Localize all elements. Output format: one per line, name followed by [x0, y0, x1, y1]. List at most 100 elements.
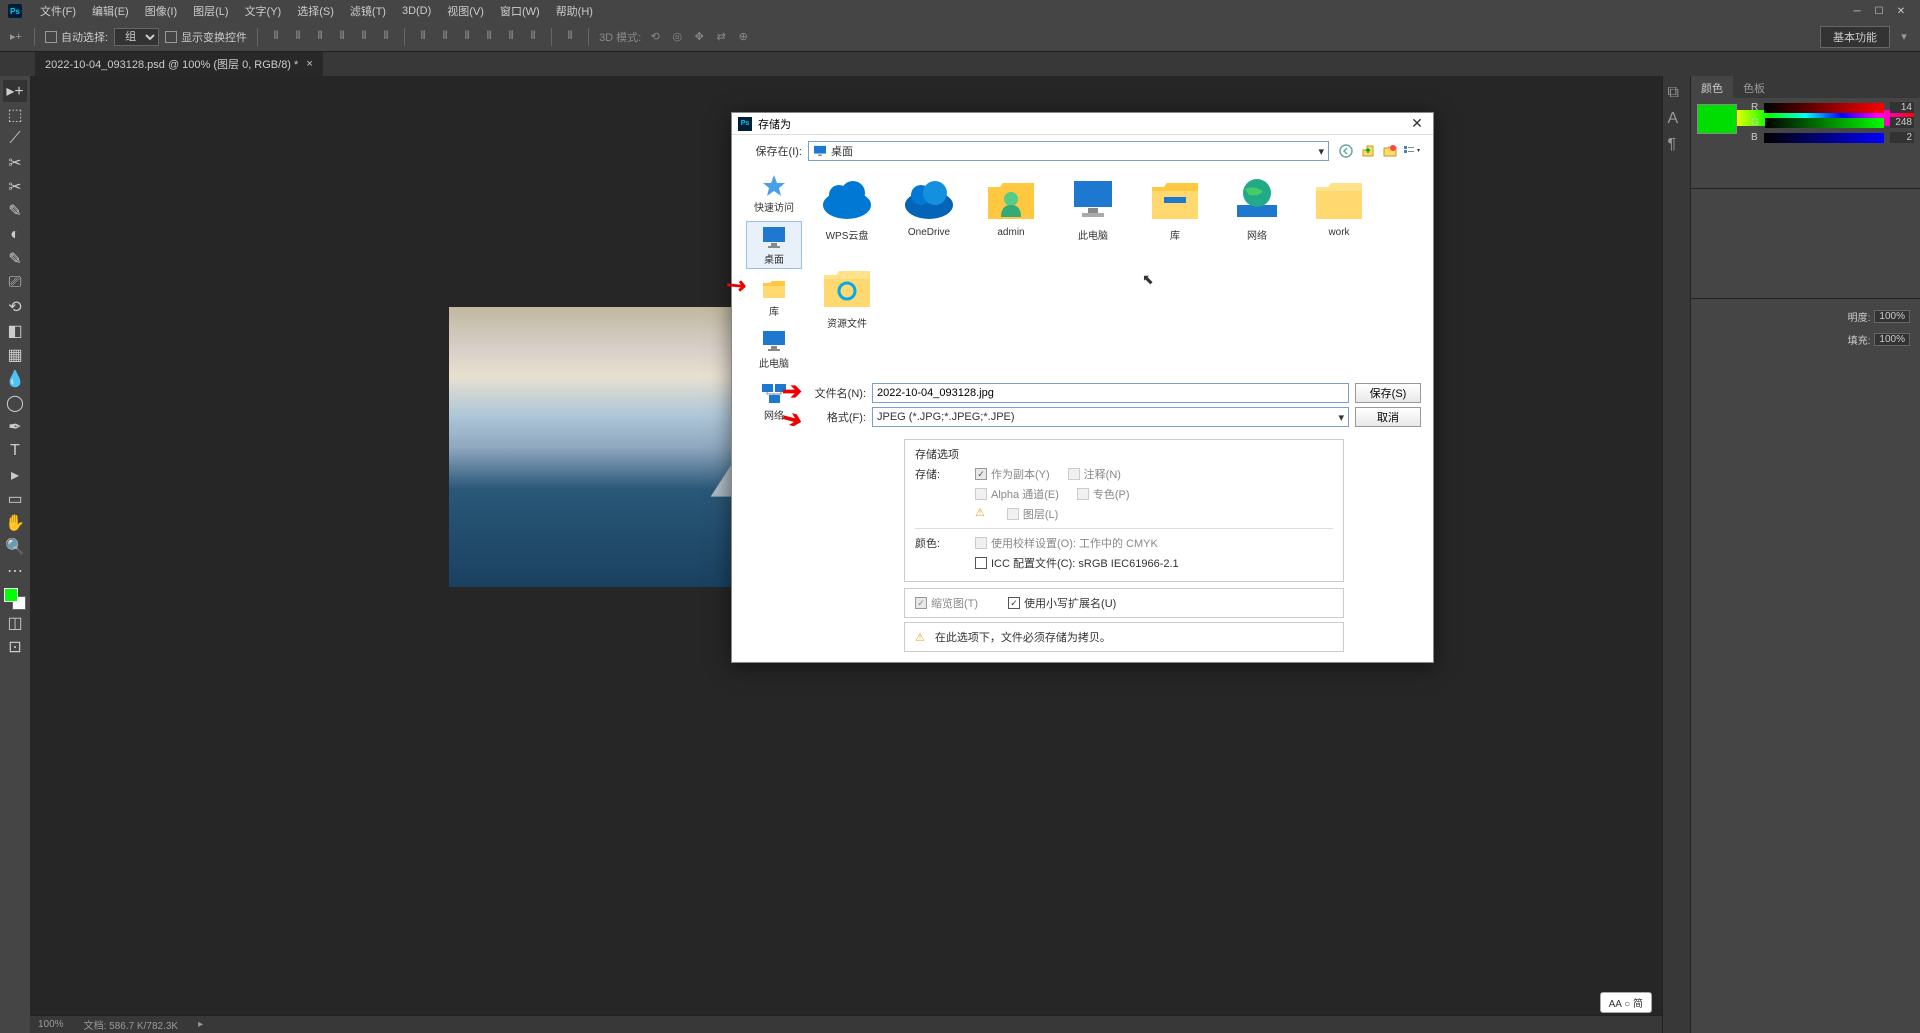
menu-edit[interactable]: 编辑(E)	[84, 3, 137, 19]
place-thispc[interactable]: 此电脑	[746, 325, 802, 373]
align-icon[interactable]: ⫴	[268, 29, 284, 45]
auto-select-checkbox[interactable]: 自动选择:	[45, 29, 108, 45]
document-tab[interactable]: 2022-10-04_093128.psd @ 100% (图层 0, RGB/…	[35, 52, 323, 76]
gradient-tool[interactable]: ▦	[3, 344, 27, 366]
lasso-tool[interactable]: ⟋	[3, 128, 27, 150]
brush-tool[interactable]: ✎	[3, 248, 27, 270]
menu-layer[interactable]: 图层(L)	[185, 3, 236, 19]
dodge-tool[interactable]: ◯	[3, 392, 27, 414]
move-tool[interactable]: ▸+	[3, 80, 27, 102]
distribute-icon[interactable]: ⫴	[415, 29, 431, 45]
path-selection-tool[interactable]: ▸	[3, 464, 27, 486]
show-transform-checkbox[interactable]: 显示变换控件	[165, 29, 247, 45]
file-item-library[interactable]: 库	[1136, 173, 1214, 257]
align-icon[interactable]: ⫴	[378, 29, 394, 45]
save-in-dropdown[interactable]: 桌面 ▾	[808, 141, 1329, 161]
pan-icon[interactable]: ✥	[691, 29, 707, 45]
dialog-titlebar[interactable]: Ps 存储为 ✕	[732, 113, 1433, 135]
fill-value[interactable]: 100%	[1874, 333, 1910, 346]
marquee-tool[interactable]: ⬚	[3, 104, 27, 126]
back-icon[interactable]	[1337, 142, 1355, 160]
menu-3d[interactable]: 3D(D)	[394, 5, 439, 17]
close-button[interactable]: ✕	[1890, 2, 1912, 20]
distribute-icon[interactable]: ⫴	[437, 29, 453, 45]
menu-type[interactable]: 文字(Y)	[237, 3, 290, 19]
quick-selection-tool[interactable]: ✂	[3, 152, 27, 174]
tab-close-icon[interactable]: ×	[306, 58, 312, 70]
file-grid[interactable]: WPS云盘 OneDrive admin 此电脑	[804, 169, 1421, 379]
menu-select[interactable]: 选择(S)	[289, 3, 342, 19]
history-panel-icon[interactable]: ⧉	[1668, 84, 1686, 102]
file-item-wps[interactable]: WPS云盘	[808, 173, 886, 257]
tool-menu[interactable]: ⋯	[3, 560, 27, 582]
menu-view[interactable]: 视图(V)	[439, 3, 492, 19]
menu-help[interactable]: 帮助(H)	[548, 3, 601, 19]
spot-healing-tool[interactable]: ◐	[3, 224, 27, 246]
r-value[interactable]: 14	[1890, 102, 1914, 113]
notes-checkbox[interactable]: 注释(N)	[1068, 466, 1121, 482]
place-network[interactable]: 网络	[746, 377, 802, 425]
new-folder-icon[interactable]	[1381, 142, 1399, 160]
file-item-resources[interactable]: 资源文件	[808, 261, 886, 345]
align-icon[interactable]: ⫴	[312, 29, 328, 45]
align-icon[interactable]: ⫴	[356, 29, 372, 45]
place-quickaccess[interactable]: 快速访问	[746, 169, 802, 217]
file-item-onedrive[interactable]: OneDrive	[890, 173, 968, 257]
zoom-level[interactable]: 100%	[38, 1019, 64, 1030]
auto-select-dropdown[interactable]: 组	[114, 28, 159, 46]
file-item-thispc[interactable]: 此电脑	[1054, 173, 1132, 257]
distribute-icon[interactable]: ⫴	[459, 29, 475, 45]
lowercase-checkbox[interactable]: ✓使用小写扩展名(U)	[1008, 595, 1116, 611]
clone-stamp-tool[interactable]: ⎚	[3, 272, 27, 294]
workspace-menu-icon[interactable]: ▾	[1896, 29, 1912, 45]
rotate-icon[interactable]: ◎	[669, 29, 685, 45]
layers-checkbox[interactable]: 图层(L)	[1007, 506, 1058, 522]
save-button[interactable]: 保存(S)	[1355, 383, 1421, 403]
zoom-tool[interactable]: 🔍	[3, 536, 27, 558]
pen-tool[interactable]: ✒	[3, 416, 27, 438]
distribute-icon[interactable]: ⫴	[503, 29, 519, 45]
menu-filter[interactable]: 滤镜(T)	[342, 3, 394, 19]
dialog-close-button[interactable]: ✕	[1407, 115, 1427, 133]
eraser-tool[interactable]: ◧	[3, 320, 27, 342]
distribute-icon[interactable]: ⫴	[481, 29, 497, 45]
arrange-icon[interactable]: ⫴	[562, 29, 578, 45]
type-tool[interactable]: T	[3, 440, 27, 462]
align-icon[interactable]: ⫴	[290, 29, 306, 45]
distribute-icon[interactable]: ⫴	[525, 29, 541, 45]
file-item-admin[interactable]: admin	[972, 173, 1050, 257]
slide-icon[interactable]: ⇄	[713, 29, 729, 45]
workspace-switcher[interactable]: 基本功能	[1820, 26, 1890, 48]
r-slider[interactable]	[1764, 103, 1884, 113]
filename-input[interactable]	[872, 383, 1349, 403]
swatches-tab[interactable]: 色板	[1733, 76, 1775, 98]
ime-indicator[interactable]: AA ○ 简	[1600, 992, 1652, 1013]
proof-checkbox[interactable]: 使用校样设置(O): 工作中的 CMYK	[975, 535, 1158, 551]
screen-mode-tool[interactable]: ⊡	[3, 636, 27, 658]
place-library[interactable]: 库	[746, 273, 802, 321]
rectangle-tool[interactable]: ▭	[3, 488, 27, 510]
spot-checkbox[interactable]: 专色(P)	[1077, 486, 1130, 502]
align-icon[interactable]: ⫴	[334, 29, 350, 45]
blur-tool[interactable]: 💧	[3, 368, 27, 390]
file-item-network[interactable]: 网络	[1218, 173, 1296, 257]
menu-image[interactable]: 图像(I)	[137, 3, 185, 19]
color-tab[interactable]: 颜色	[1691, 76, 1733, 98]
b-slider[interactable]	[1764, 133, 1884, 143]
quick-mask-tool[interactable]: ◫	[3, 612, 27, 634]
crop-tool[interactable]: ✂	[3, 176, 27, 198]
g-slider[interactable]	[1765, 118, 1884, 128]
eyedropper-tool[interactable]: ✎	[3, 200, 27, 222]
alpha-checkbox[interactable]: Alpha 通道(E)	[975, 486, 1059, 502]
history-brush-tool[interactable]: ⟲	[3, 296, 27, 318]
minimize-button[interactable]: ─	[1846, 2, 1868, 20]
as-copy-checkbox[interactable]: ✓作为副本(Y)	[975, 466, 1050, 482]
paragraph-panel-icon[interactable]: ¶	[1668, 136, 1686, 154]
menu-window[interactable]: 窗口(W)	[492, 3, 548, 19]
b-value[interactable]: 2	[1890, 132, 1914, 143]
foreground-color[interactable]	[4, 588, 18, 602]
character-panel-icon[interactable]: A	[1668, 110, 1686, 128]
view-menu-icon[interactable]	[1403, 142, 1421, 160]
doc-size[interactable]: 文档: 586.7 K/782.3K	[84, 1017, 179, 1032]
g-value[interactable]: 248	[1890, 117, 1914, 128]
